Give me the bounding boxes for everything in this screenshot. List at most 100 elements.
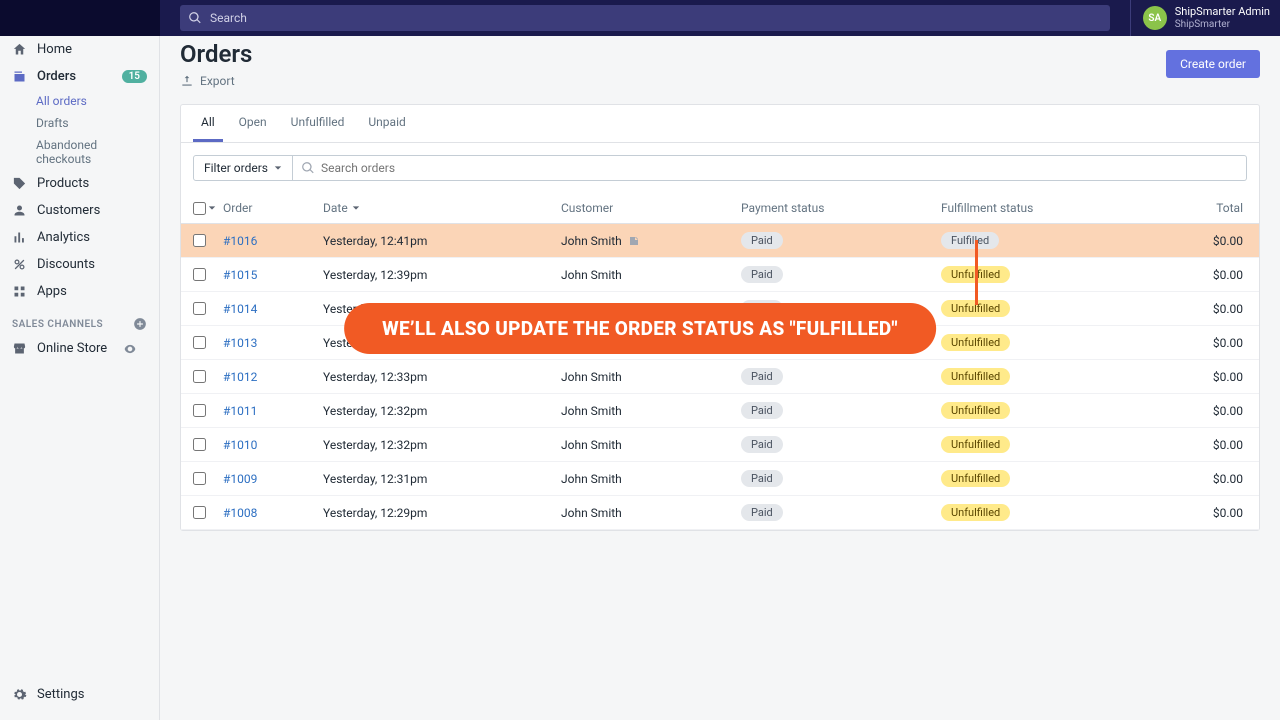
nav-products[interactable]: Products (0, 170, 159, 197)
caret-down-icon[interactable] (208, 204, 216, 212)
row-check[interactable] (193, 302, 223, 315)
search-box[interactable] (180, 5, 1110, 31)
user-menu[interactable]: SA ShipSmarter Admin ShipSmarter (1143, 6, 1280, 30)
export-icon (180, 74, 194, 88)
caret-down-icon (274, 164, 282, 172)
add-channel-icon[interactable] (133, 317, 147, 331)
filter-orders-button[interactable]: Filter orders (193, 155, 293, 181)
order-id[interactable]: #1012 (223, 370, 323, 384)
row-check[interactable] (193, 336, 223, 349)
user-sub: ShipSmarter (1175, 19, 1270, 30)
row-checkbox[interactable] (193, 336, 206, 349)
eye-icon[interactable] (123, 342, 137, 356)
order-id[interactable]: #1008 (223, 506, 323, 520)
nav-customers[interactable]: Customers (0, 197, 159, 224)
order-link[interactable]: #1015 (223, 268, 257, 282)
order-id[interactable]: #1011 (223, 404, 323, 418)
order-id[interactable]: #1014 (223, 302, 323, 316)
order-link[interactable]: #1012 (223, 370, 257, 384)
table-row[interactable]: #1012Yesterday, 12:33pmJohn SmithPaidUnf… (181, 360, 1259, 394)
order-link[interactable]: #1013 (223, 336, 257, 350)
col-order[interactable]: Order (223, 201, 323, 215)
col-total[interactable]: Total (1161, 201, 1247, 215)
table-row[interactable]: #1009Yesterday, 12:31pmJohn SmithPaidUnf… (181, 462, 1259, 496)
order-total: $0.00 (1161, 506, 1247, 520)
nav-drafts[interactable]: Drafts (0, 112, 159, 134)
nav-settings[interactable]: Settings (0, 681, 159, 708)
payment-status: Paid (741, 504, 941, 521)
table-row[interactable]: #1011Yesterday, 12:32pmJohn SmithPaidUnf… (181, 394, 1259, 428)
order-link[interactable]: #1010 (223, 438, 257, 452)
nav-analytics[interactable]: Analytics (0, 224, 159, 251)
row-checkbox[interactable] (193, 234, 206, 247)
nav-online-store[interactable]: Online Store (0, 335, 159, 362)
select-all[interactable] (193, 202, 223, 215)
order-search[interactable] (293, 155, 1247, 181)
order-total: $0.00 (1161, 404, 1247, 418)
search-input[interactable] (210, 11, 1102, 25)
tab-all[interactable]: All (193, 105, 223, 142)
order-date: Yesterday, 12:33pm (323, 370, 561, 384)
row-check[interactable] (193, 234, 223, 247)
row-check[interactable] (193, 404, 223, 417)
export-button[interactable]: Export (180, 74, 252, 88)
nav-home[interactable]: Home (0, 36, 159, 63)
tab-open[interactable]: Open (231, 105, 275, 142)
tab-unpaid[interactable]: Unpaid (360, 105, 413, 142)
order-customer: John Smith (561, 404, 741, 418)
order-customer: John Smith (561, 302, 741, 316)
table-row[interactable]: #1015Yesterday, 12:39pmJohn SmithPaidUnf… (181, 258, 1259, 292)
order-id[interactable]: #1010 (223, 438, 323, 452)
col-fulfill[interactable]: Fulfillment status (941, 201, 1161, 215)
row-checkbox[interactable] (193, 370, 206, 383)
order-link[interactable]: #1014 (223, 302, 257, 316)
order-id[interactable]: #1013 (223, 336, 323, 350)
nav-discounts[interactable]: Discounts (0, 251, 159, 278)
row-check[interactable] (193, 506, 223, 519)
topbar: SA ShipSmarter Admin ShipSmarter (0, 0, 1280, 36)
table-row[interactable]: #1008Yesterday, 12:29pmJohn SmithPaidUnf… (181, 496, 1259, 530)
payment-status: Paid (741, 300, 941, 317)
col-payment[interactable]: Payment status (741, 201, 941, 215)
logo-area (0, 0, 160, 36)
nav-abandoned[interactable]: Abandoned checkouts (0, 134, 159, 170)
payment-status: Paid (741, 368, 941, 385)
table-row[interactable]: #1010Yesterday, 12:32pmJohn SmithPaidUnf… (181, 428, 1259, 462)
row-checkbox[interactable] (193, 302, 206, 315)
row-check[interactable] (193, 268, 223, 281)
col-date[interactable]: Date (323, 201, 561, 215)
table-row[interactable]: #1013Yesterday, 12:33pmJohn SmithPaidUnf… (181, 326, 1259, 360)
order-id[interactable]: #1015 (223, 268, 323, 282)
nav-apps[interactable]: Apps (0, 278, 159, 305)
table-row[interactable]: #1016Yesterday, 12:41pmJohn SmithPaidFul… (181, 224, 1259, 258)
order-link[interactable]: #1008 (223, 506, 257, 520)
create-order-button[interactable]: Create order (1166, 50, 1260, 78)
tab-unfulfilled[interactable]: Unfulfilled (283, 105, 353, 142)
order-date: Yesterday, 12:41pm (323, 234, 561, 248)
order-link[interactable]: #1009 (223, 472, 257, 486)
select-all-checkbox[interactable] (193, 202, 206, 215)
order-customer: John Smith (561, 370, 741, 384)
nav-label: Analytics (37, 230, 90, 245)
order-link[interactable]: #1011 (223, 404, 257, 418)
order-search-input[interactable] (321, 161, 1238, 175)
row-check[interactable] (193, 472, 223, 485)
order-total: $0.00 (1161, 472, 1247, 486)
row-checkbox[interactable] (193, 438, 206, 451)
row-checkbox[interactable] (193, 472, 206, 485)
order-link[interactable]: #1016 (223, 234, 257, 248)
row-checkbox[interactable] (193, 506, 206, 519)
row-check[interactable] (193, 370, 223, 383)
row-checkbox[interactable] (193, 268, 206, 281)
tabs: All Open Unfulfilled Unpaid (181, 105, 1259, 143)
nav-all-orders[interactable]: All orders (0, 90, 159, 112)
order-date: Yesterday, 12:29pm (323, 506, 561, 520)
row-checkbox[interactable] (193, 404, 206, 417)
order-id[interactable]: #1016 (223, 234, 323, 248)
row-check[interactable] (193, 438, 223, 451)
col-customer[interactable]: Customer (561, 201, 741, 215)
nav-orders[interactable]: Orders 15 (0, 63, 159, 90)
order-id[interactable]: #1009 (223, 472, 323, 486)
table-row[interactable]: #1014Yesterday, 12:39pmJohn SmithPaidUnf… (181, 292, 1259, 326)
orders-card: All Open Unfulfilled Unpaid Filter order… (180, 104, 1260, 531)
